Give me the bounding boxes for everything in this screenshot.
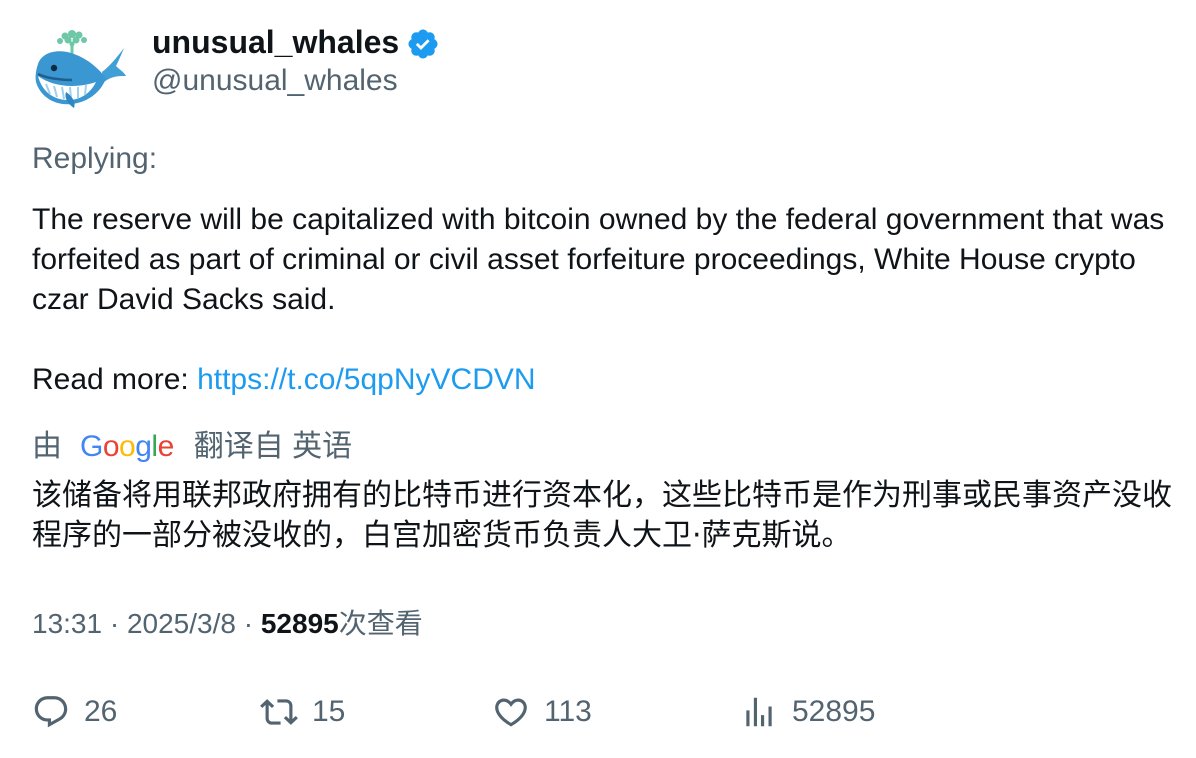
whale-icon	[35, 30, 126, 108]
retweet-icon	[260, 699, 298, 725]
verified-badge-icon	[406, 27, 440, 61]
translated-from-label: 翻译自 英语	[193, 430, 353, 463]
tweet-time[interactable]: 13:31	[32, 608, 102, 639]
tweet-date[interactable]: 2025/3/8	[127, 608, 236, 639]
read-more-label: Read more:	[32, 363, 198, 396]
author-handle[interactable]: @unusual_whales	[152, 60, 398, 102]
reply-button[interactable]: 26	[32, 690, 117, 734]
heart-icon	[495, 698, 527, 727]
views-label: 次查看	[338, 608, 423, 639]
google-logo: Google	[80, 426, 174, 468]
meta-separator: ·	[235, 608, 261, 639]
tweet-read-more: Read more: https://t.co/5qpNyVCDVN	[32, 360, 1168, 400]
author-name[interactable]: unusual_whales	[152, 20, 399, 64]
tweet-paragraph: The reserve will be capitalized with bit…	[32, 203, 1165, 316]
google-logo-letter: G	[80, 430, 103, 463]
retweet-button[interactable]: 15	[260, 690, 345, 734]
like-count: 113	[544, 695, 592, 728]
views-count: 52895	[260, 608, 339, 639]
like-button[interactable]: 113	[492, 690, 592, 734]
google-logo-letter: o	[102, 430, 120, 463]
reply-count: 26	[84, 695, 118, 728]
views-action-count: 52895	[792, 695, 876, 728]
meta-separator: ·	[102, 608, 127, 639]
translated-text: 该储备将用联邦政府拥有的比特币进行资本化，这些比特币是作为刑事或民事资产没收程序…	[32, 478, 1172, 553]
tweet-link[interactable]: https://t.co/5qpNyVCDVN	[197, 363, 535, 396]
google-logo-letter: o	[119, 430, 136, 463]
translation-attribution: 由 Google 翻译自 英语	[32, 426, 352, 468]
reply-icon	[34, 696, 68, 728]
tweet-text: The reserve will be capitalized with bit…	[32, 200, 1168, 400]
views-button[interactable]: 52895	[740, 690, 875, 734]
analytics-icon	[746, 697, 772, 727]
tweet-meta: 13:31 · 2025/3/8 · 52895次查看	[32, 603, 423, 645]
replying-label: Replying:	[32, 142, 158, 175]
google-logo-letter: g	[135, 430, 152, 463]
retweet-count: 15	[312, 695, 346, 728]
by-label: 由	[32, 430, 62, 463]
action-bar: 26 15 113 52895	[32, 690, 1164, 734]
avatar[interactable]	[32, 26, 126, 112]
google-logo-letter: e	[157, 430, 175, 463]
